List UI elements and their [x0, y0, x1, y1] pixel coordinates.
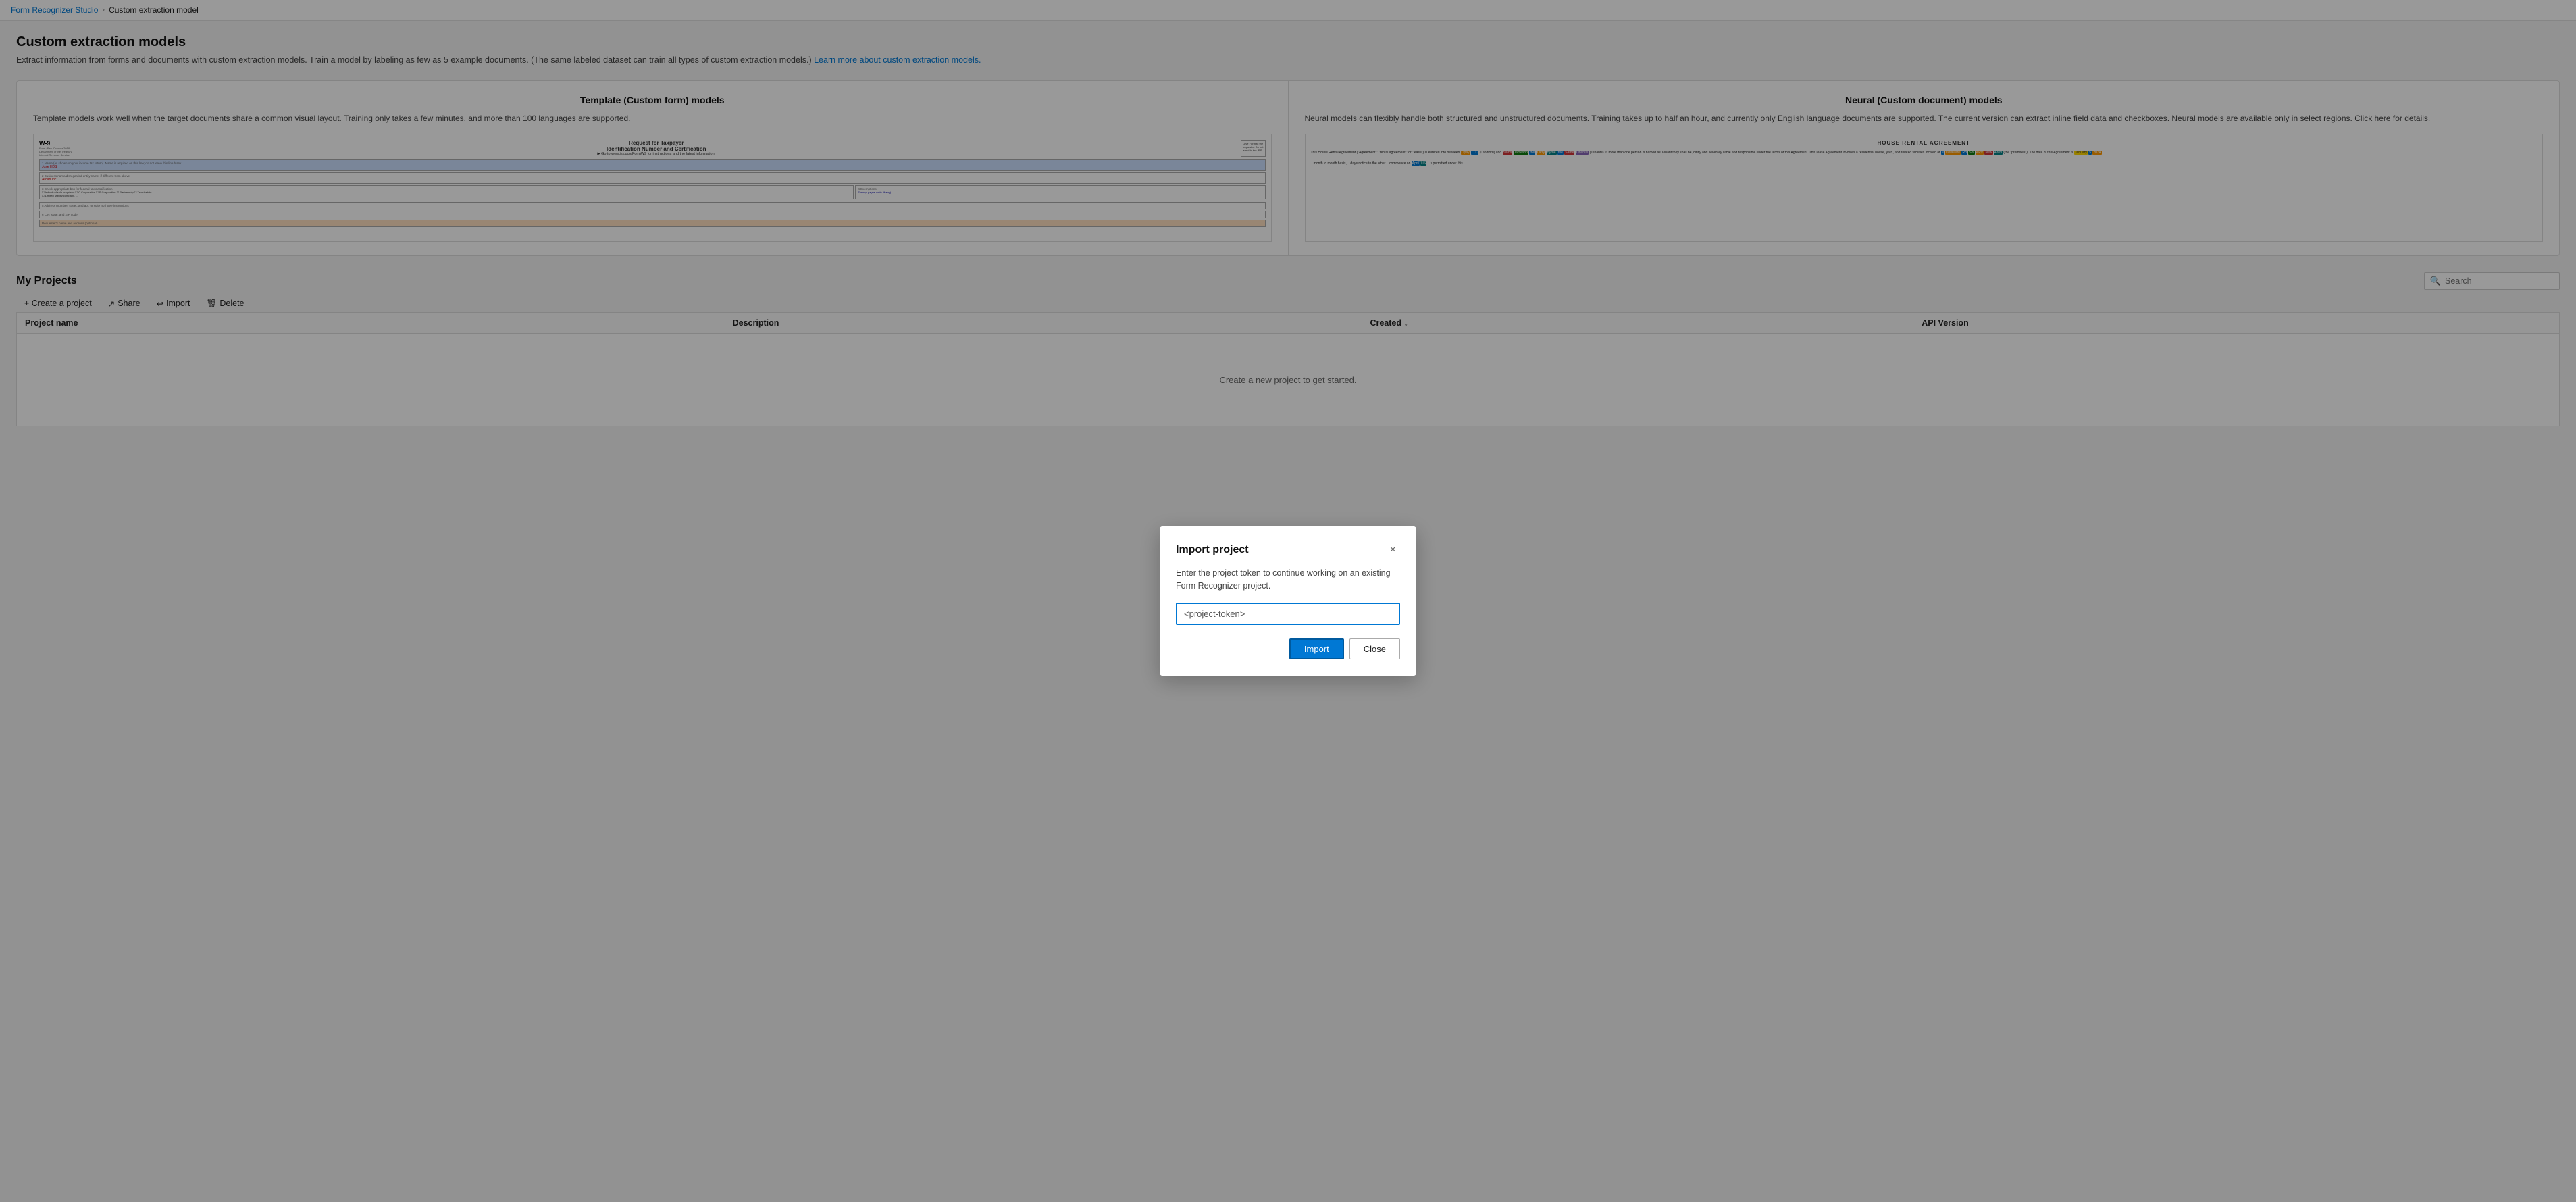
- project-token-input[interactable]: [1176, 603, 1400, 625]
- modal-overlay: Import project × Enter the project token…: [0, 0, 2576, 1202]
- modal-title: Import project: [1176, 544, 1249, 556]
- modal-footer: Import Close: [1176, 638, 1400, 659]
- modal-cancel-button[interactable]: Close: [1349, 638, 1400, 659]
- modal-description: Enter the project token to continue work…: [1176, 567, 1400, 593]
- import-project-modal: Import project × Enter the project token…: [1160, 526, 1416, 676]
- modal-close-button[interactable]: ×: [1386, 543, 1400, 557]
- modal-header: Import project ×: [1176, 543, 1400, 557]
- import-confirm-button[interactable]: Import: [1289, 638, 1344, 659]
